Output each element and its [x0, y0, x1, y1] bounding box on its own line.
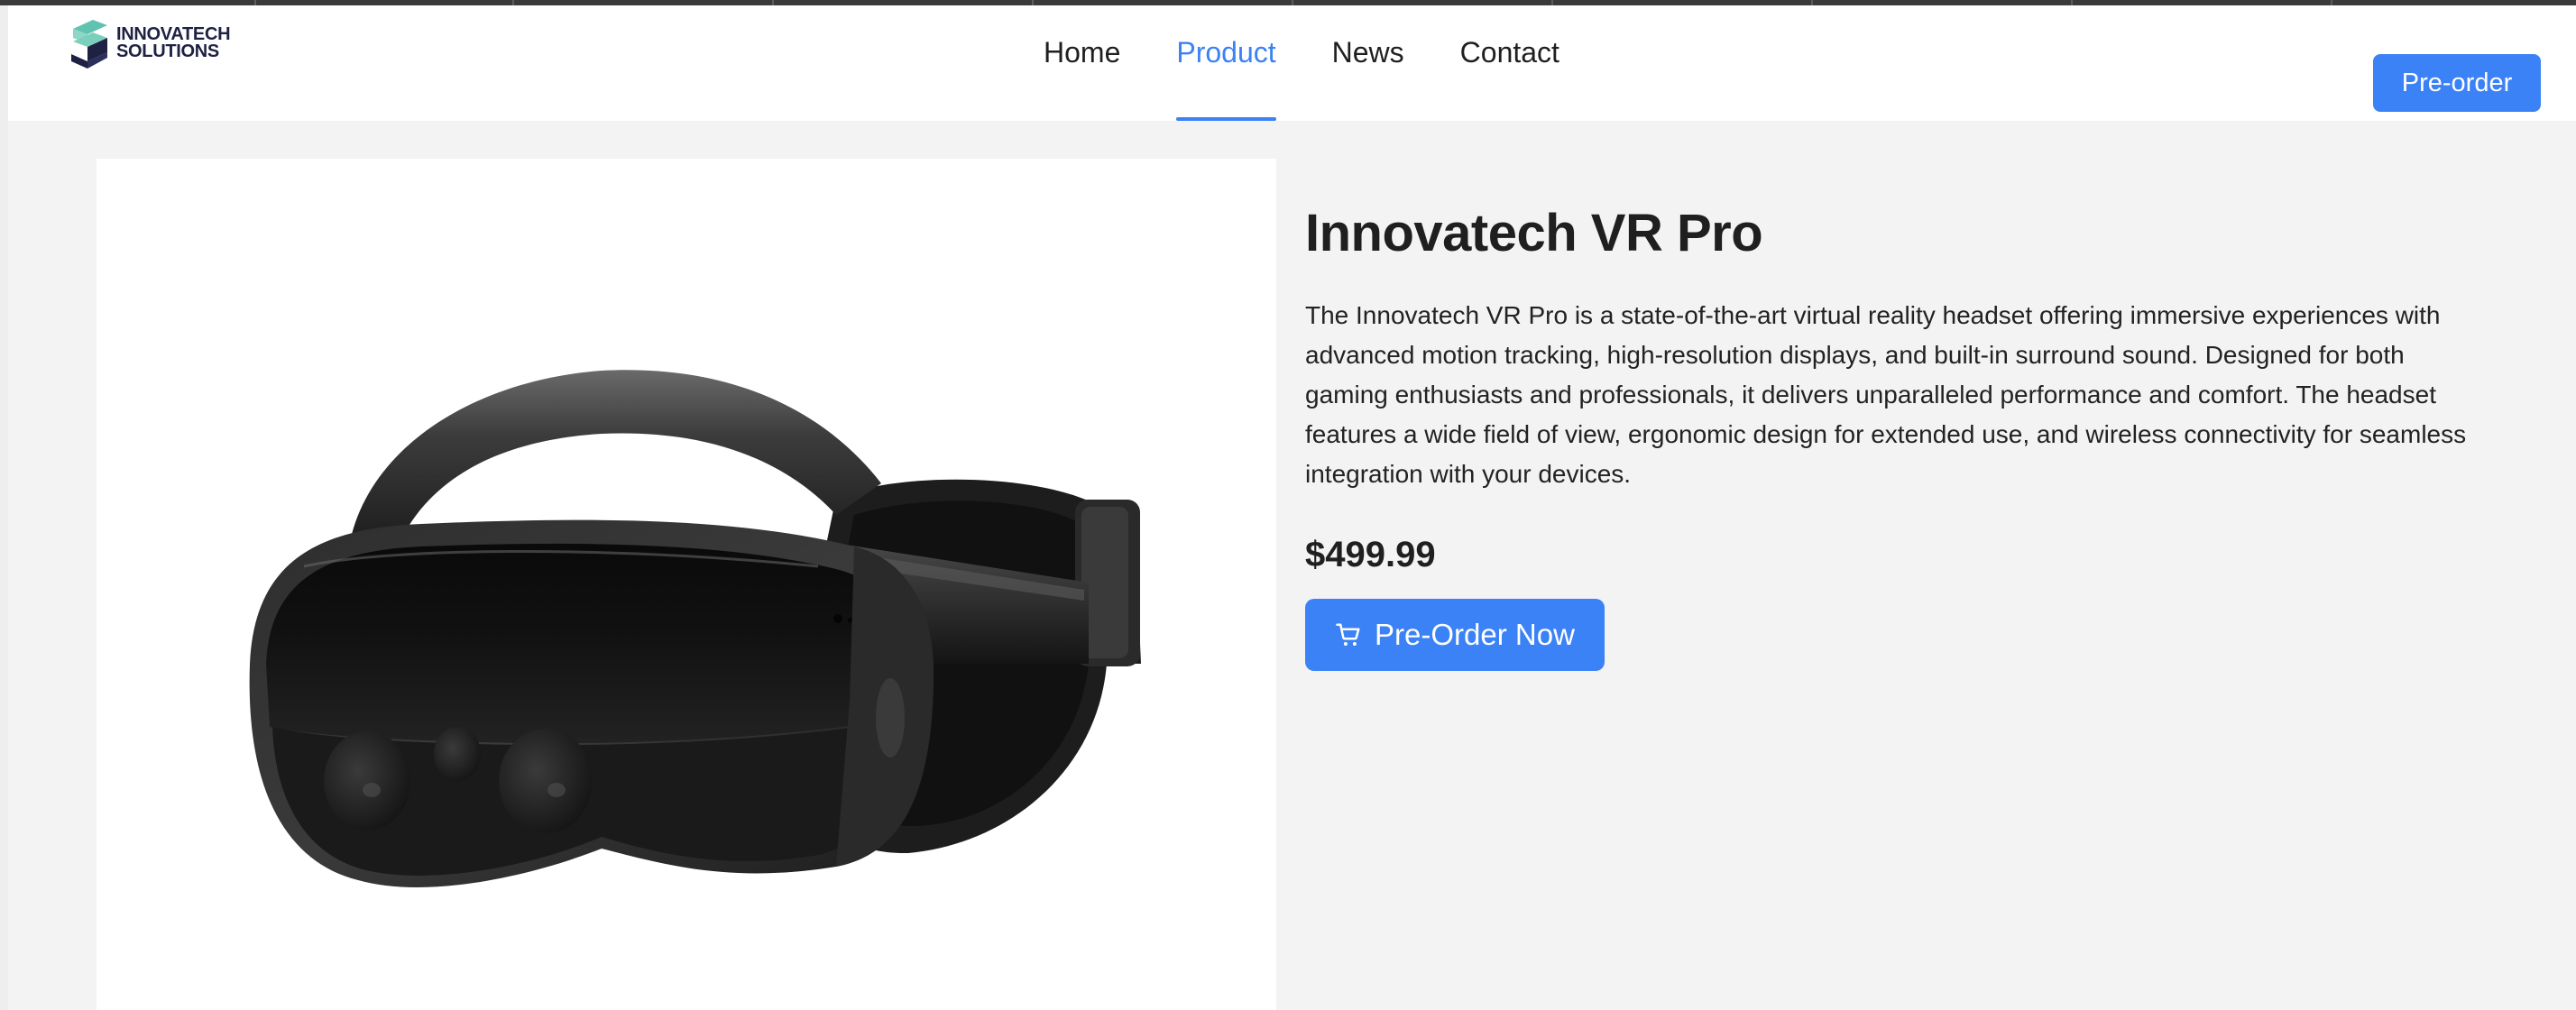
vr-headset-image: [249, 370, 1141, 887]
logo-s-mark-icon: [71, 20, 107, 69]
product-price: $499.99: [1305, 535, 1436, 574]
left-edge: [0, 5, 8, 1010]
preorder-now-label: Pre-Order Now: [1375, 618, 1575, 651]
cart-icon: [1336, 623, 1360, 646]
main-nav: Home Product News Contact: [1044, 5, 1615, 121]
nav-product[interactable]: Product: [1176, 5, 1276, 121]
product-title: Innovatech VR Pro: [1305, 204, 1763, 262]
product-description: The Innovatech VR Pro is a state-of-the-…: [1305, 301, 2467, 488]
nav-news[interactable]: News: [1332, 5, 1404, 121]
product-image: [97, 159, 1276, 1010]
nav-home[interactable]: Home: [1044, 5, 1120, 121]
brand-logo[interactable]: INNOVATECH SOLUTIONS: [66, 14, 264, 72]
product-section: Innovatech VR Pro The Innovatech VR Pro …: [8, 121, 2576, 1010]
logo-line-2: SOLUTIONS: [116, 41, 219, 61]
product-info: Innovatech VR Pro The Innovatech VR Pro …: [1305, 202, 2478, 671]
site-header: INNOVATECH SOLUTIONS Home Product News C…: [8, 5, 2576, 121]
preorder-now-button[interactable]: Pre-Order Now: [1305, 599, 1605, 671]
preorder-header-button[interactable]: Pre-order: [2373, 54, 2541, 112]
nav-contact[interactable]: Contact: [1460, 5, 1559, 121]
